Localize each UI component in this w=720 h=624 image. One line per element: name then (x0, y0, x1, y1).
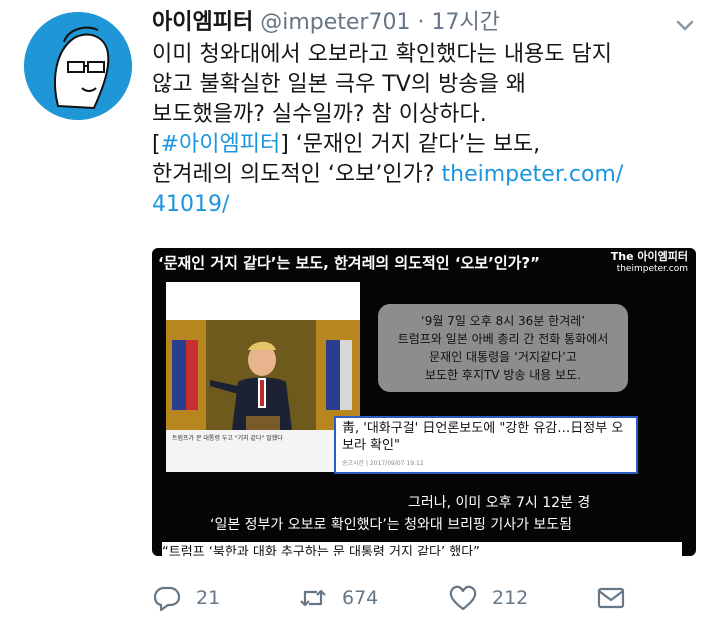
reply-icon (153, 586, 181, 612)
media-image[interactable]: ‘문재인 거지 같다’는 보도, 한겨레의 의도적인 ‘오보’인가?” The … (152, 248, 696, 556)
press-photo (166, 320, 360, 430)
brand-name: The 아이엠피터 (610, 250, 688, 263)
tweet-actions: 21 674 212 (152, 580, 712, 616)
article-link[interactable]: 41019/ (152, 190, 712, 220)
like-count: 212 (492, 587, 529, 609)
tweet-text-line: 않고 불확실한 일본 극우 TV의 방송을 왜 (152, 72, 527, 97)
media-brand: The 아이엠피터 theimpeter.com (611, 251, 688, 275)
tweet-text-line: 한겨레의 의도적인 ‘오보’인가? theimpeter.com/ (152, 160, 712, 190)
brand-site: theimpeter.com (616, 264, 688, 274)
user-handle[interactable]: @impeter701 (260, 10, 410, 35)
retweet-icon (300, 589, 326, 607)
media-title: ‘문재인 거지 같다’는 보도, 한겨레의 의도적인 ‘오보’인가?” (158, 254, 540, 272)
news-card-screenshot: 트럼프가 문 대통령 두고 "거지 같다" 말했다 (166, 282, 360, 472)
news-date: 송고시간 | 2017/09/07 19:12 (342, 460, 424, 467)
summary-box: ‘9월 7일 오후 8시 36분 한겨레’ 트럼프와 일본 아베 총리 간 전화… (378, 304, 628, 392)
display-name[interactable]: 아이엠피터 (152, 10, 253, 35)
tweet-header: 아이엠피터 @impeter701 · 17시간 (152, 8, 500, 38)
headline-text: ] ‘문재인 거지 같다’는 보도, (280, 132, 541, 157)
summary-line: 문재인 대통령을 ‘거지같다’고 (429, 350, 577, 364)
news-clipping: 靑, '대화구걸' 日언론보도에 "강한 유감…日정부 오보라 확인" 송고시간… (334, 416, 638, 474)
like-button[interactable]: 212 (448, 580, 528, 616)
summary-line: ‘9월 7일 오후 8시 36분 한겨레’ (420, 314, 586, 328)
reply-button[interactable]: 21 (152, 580, 220, 616)
card-caption: 트럼프가 문 대통령 두고 "거지 같다" 말했다 (172, 435, 283, 442)
retweet-count: 674 (342, 587, 379, 609)
summary-line: 트럼프와 일본 아베 총리 간 전화 통화에서 (397, 332, 609, 346)
headline-text: 한겨레의 의도적인 ‘오보’인가? (152, 162, 442, 187)
tweet-text-line: 보도했을까? 실수일까? 참 이상하다. (152, 102, 487, 127)
summary-line: 보도한 후지TV 방송 내용 보도. (424, 368, 582, 382)
share-icon (597, 587, 625, 609)
share-button[interactable] (596, 580, 640, 616)
tweet-timestamp[interactable]: 17시간 (431, 10, 499, 35)
article-link[interactable]: theimpeter.com/ (442, 162, 624, 187)
tweet-text: 이미 청와대에서 오보라고 확인했다는 내용도 담지 않고 불확실한 일본 극우… (152, 40, 712, 220)
news-headline: 靑, '대화구걸' 日언론보도에 "강한 유감…日정부 오보라 확인" (342, 421, 624, 453)
tweet-text-line: [#아이엠피터] ‘문재인 거지 같다’는 보도, (152, 130, 712, 160)
media-caption-line: 그러나, 이미 오후 7시 12분 경 (408, 495, 591, 511)
retweet-button[interactable]: 674 (298, 580, 378, 616)
reply-count: 21 (196, 587, 221, 609)
chevron-down-icon[interactable] (674, 14, 696, 36)
avatar[interactable] (24, 12, 132, 120)
hashtag-link[interactable]: #아이엠피터 (161, 132, 281, 157)
like-icon (449, 585, 477, 611)
separator-dot: · (417, 10, 425, 35)
bracket-open: [ (152, 132, 161, 157)
media-caption-line: ‘일본 정부가 오보로 확인했다’는 청와대 브리핑 기사가 보도됨 (210, 517, 573, 533)
tweet-text-line: 이미 청와대에서 오보라고 확인했다는 내용도 담지 (152, 42, 613, 67)
card-header (166, 282, 360, 320)
bottom-headline-strip: “트럼프 ‘북한과 대화 추구하는 문 대통령 거지 같다’ 했다” (162, 542, 682, 556)
